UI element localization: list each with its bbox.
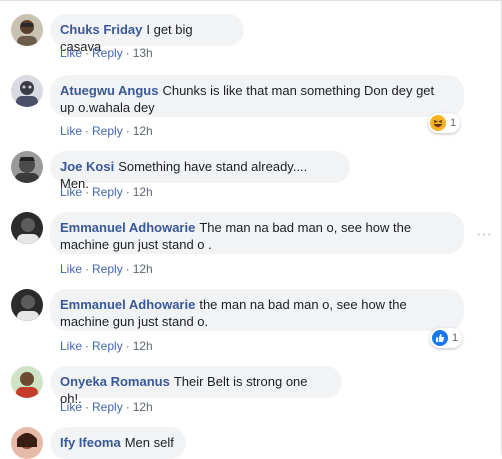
reply-link[interactable]: Reply [92,124,123,138]
timestamp[interactable]: 12h [133,400,153,414]
separator: · [125,46,130,60]
timestamp[interactable]: 12h [133,262,153,276]
reply-link[interactable]: Reply [92,46,123,60]
separator: · [85,46,90,60]
separator: · [125,124,130,138]
comment-bubble: Emmanuel Adhowarie The man na bad man o, … [50,212,464,254]
reply-link[interactable]: Reply [92,400,123,414]
avatar[interactable] [11,14,43,46]
comment-actions: Like · Reply · 13h [60,46,153,60]
like-link[interactable]: Like [60,46,82,60]
avatar[interactable] [11,427,43,459]
comment-author[interactable]: Emmanuel Adhowarie [60,220,195,235]
reaction-count: 1 [450,117,457,129]
comment-bubble: Emmanuel Adhowarie the man na bad man o, … [50,289,464,331]
comment-author[interactable]: Atuegwu Angus [60,83,158,98]
reply-link[interactable]: Reply [92,339,123,353]
comment-actions: Like · Reply · 12h [60,124,153,138]
comment-author[interactable]: Emmanuel Adhowarie [60,297,195,312]
avatar[interactable] [11,212,43,244]
comment-author[interactable]: Ify Ifeoma [60,435,121,450]
reply-link[interactable]: Reply [92,262,123,276]
avatar[interactable] [11,75,43,107]
separator: · [125,400,130,414]
separator: · [125,339,130,353]
comment-actions: Like · Reply · 12h [60,185,153,199]
separator: · [125,262,130,276]
haha-icon [430,115,446,131]
timestamp[interactable]: 12h [133,185,153,199]
comment-author[interactable]: Onyeka Romanus [60,374,170,389]
timestamp[interactable]: 12h [133,339,153,353]
avatar[interactable] [11,289,43,321]
like-link[interactable]: Like [60,400,82,414]
reply-link[interactable]: Reply [92,185,123,199]
comment-actions: Like · Reply · 12h [60,262,153,276]
like-link[interactable]: Like [60,185,82,199]
comment-text: Men self [124,435,174,450]
separator: · [85,262,90,276]
separator: · [85,400,90,414]
separator: · [125,185,130,199]
avatar[interactable] [11,366,43,398]
comment-author[interactable]: Joe Kosi [60,159,114,174]
comment-actions: Like · Reply · 12h [60,339,153,353]
comment-author[interactable]: Chuks Friday [60,22,142,37]
like-link[interactable]: Like [60,339,82,353]
separator: · [85,185,90,199]
comment-bubble: Joe Kosi Something have stand already....… [50,151,350,191]
reaction-badge[interactable]: 1 [428,113,461,133]
like-link[interactable]: Like [60,124,82,138]
frame-top-border [0,0,502,1]
separator: · [85,124,90,138]
timestamp[interactable]: 13h [133,46,153,60]
separator: · [85,339,90,353]
more-options-icon[interactable]: ··· [476,227,492,243]
like-icon [432,330,448,346]
comment-bubble: Ify Ifeoma Men self [50,427,186,459]
timestamp[interactable]: 12h [133,124,153,138]
reaction-count: 1 [452,332,459,344]
avatar[interactable] [11,151,43,183]
comment-bubble: Chuks Friday I get big casava [50,14,244,54]
comment-actions: Like · Reply · 12h [60,400,153,414]
comment-bubble: Onyeka Romanus Their Belt is strong one o… [50,366,342,406]
comment-bubble: Atuegwu Angus Chunks is like that man som… [50,75,464,117]
like-link[interactable]: Like [60,262,82,276]
reaction-badge[interactable]: 1 [430,328,463,348]
